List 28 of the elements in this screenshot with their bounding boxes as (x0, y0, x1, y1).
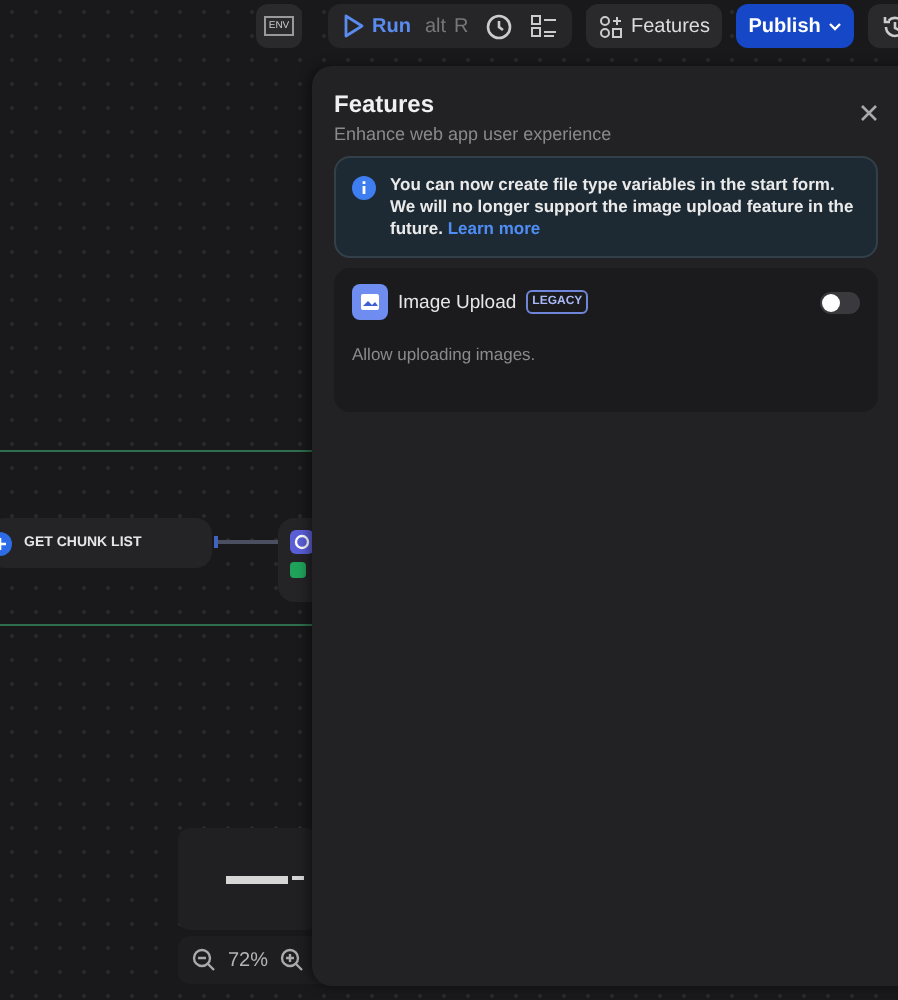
feature-description: Allow uploading images. (352, 344, 538, 364)
minimap-drawing (226, 873, 306, 885)
info-icon (352, 176, 376, 200)
notice-text: You can now create file type variables in the start form. We will no longer support the image upload feature in the future. Learn more (390, 174, 856, 240)
zoom-level: 72% (228, 949, 269, 971)
panel-subtitle: Enhance web app user experience (334, 124, 612, 144)
minimap[interactable] (178, 828, 318, 930)
node-icon (290, 562, 306, 578)
learn-more-link[interactable]: Learn more (447, 218, 541, 238)
checklist-icon[interactable] (530, 14, 557, 38)
node-icon (290, 530, 314, 554)
close-icon[interactable] (860, 104, 878, 122)
features-icon (599, 15, 622, 37)
zoom-in-icon[interactable] (280, 948, 305, 972)
shortcut-key: alt (424, 15, 447, 37)
chevron-down-icon (828, 21, 843, 31)
workflow-node[interactable] (278, 518, 312, 602)
publish-button[interactable]: Publish (736, 4, 855, 48)
clock-icon[interactable] (486, 13, 513, 39)
shortcut-key: R (454, 15, 469, 37)
panel-title: Features (334, 90, 437, 118)
run-button[interactable]: Run alt R (344, 14, 469, 38)
toggle-switch[interactable] (820, 291, 860, 313)
zoom-out-icon[interactable] (192, 948, 216, 972)
play-icon (344, 14, 364, 38)
features-button[interactable]: Features (586, 4, 723, 48)
image-icon (352, 284, 388, 320)
feature-name: Image Upload (398, 291, 517, 313)
